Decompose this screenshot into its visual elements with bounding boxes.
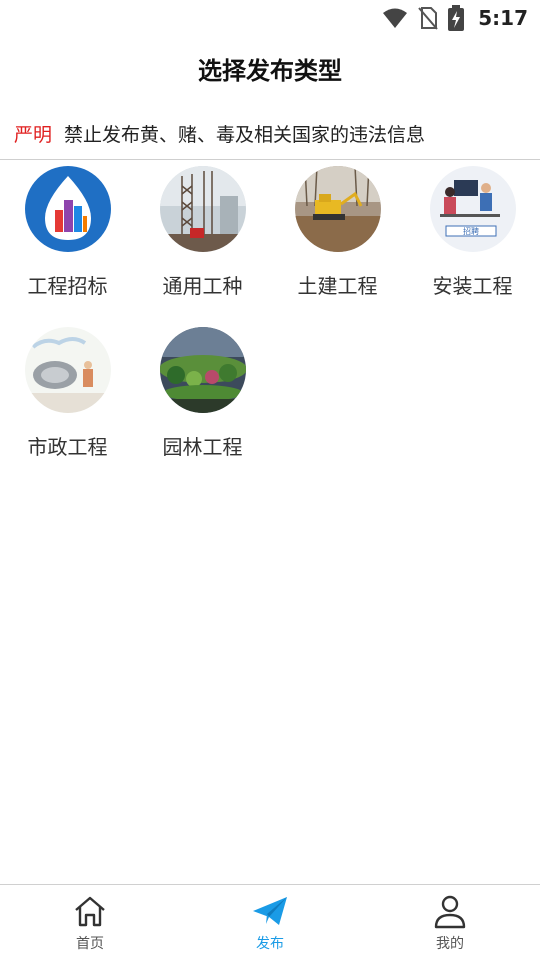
- landscape-icon: [159, 327, 246, 413]
- svg-text:招聘: 招聘: [463, 226, 479, 236]
- home-icon: [75, 896, 105, 927]
- category-label: 通用工种: [162, 274, 243, 298]
- nav-profile[interactable]: 我的: [360, 885, 540, 960]
- profile-icon: [434, 895, 466, 929]
- wifi-icon: [383, 8, 408, 28]
- installation-icon: 招聘: [429, 166, 516, 252]
- municipal-icon: [24, 327, 111, 413]
- nav-label: 我的: [436, 936, 464, 952]
- nav-label: 首页: [76, 936, 104, 952]
- category-label: 土建工程: [297, 274, 378, 298]
- category-landscape[interactable]: 园林工程: [135, 327, 270, 488]
- screen: 5:17 选择发布类型 严明 禁止发布黄、赌、毒及相关国家的违法信息 工程招标: [0, 0, 540, 960]
- category-installation[interactable]: 招聘 安装工程: [405, 166, 540, 327]
- battery-charging-icon: [448, 5, 465, 31]
- general-work-icon: [159, 166, 246, 252]
- category-civil-engineering[interactable]: 土建工程: [270, 166, 405, 327]
- category-label: 安装工程: [432, 274, 513, 298]
- bottom-nav: 首页 发布 我的: [0, 884, 540, 960]
- category-grid: 工程招标 通用工种 土建工程 招聘 安装工程 市政工程 园林工程: [0, 166, 540, 488]
- paper-plane-icon: [253, 897, 287, 925]
- status-bar: 5:17: [0, 0, 540, 36]
- notice-banner: 严明 禁止发布黄、赌、毒及相关国家的违法信息: [0, 108, 540, 160]
- no-sim-icon: [418, 7, 439, 30]
- page-title: 选择发布类型: [198, 56, 342, 85]
- status-time: 5:17: [478, 6, 528, 30]
- category-general-work[interactable]: 通用工种: [135, 166, 270, 327]
- nav-publish[interactable]: 发布: [180, 885, 360, 960]
- notice-tag: 严明: [14, 124, 53, 146]
- civil-engineering-icon: [294, 166, 381, 252]
- category-label: 工程招标: [27, 274, 108, 298]
- category-label: 市政工程: [27, 435, 108, 459]
- bidding-icon: [24, 166, 111, 252]
- title-bar: 选择发布类型: [0, 36, 540, 100]
- category-municipal[interactable]: 市政工程: [0, 327, 135, 488]
- nav-home[interactable]: 首页: [0, 885, 180, 960]
- nav-label: 发布: [256, 936, 284, 952]
- category-label: 园林工程: [162, 435, 243, 459]
- category-bidding[interactable]: 工程招标: [0, 166, 135, 327]
- notice-text: 禁止发布黄、赌、毒及相关国家的违法信息: [64, 124, 426, 146]
